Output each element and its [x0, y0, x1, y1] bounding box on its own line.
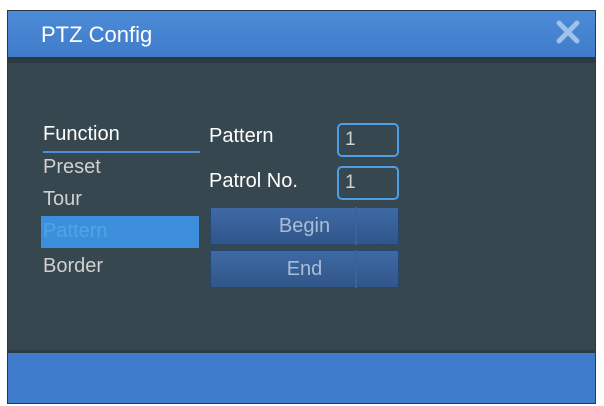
patrol-no-label: Patrol No. [209, 170, 298, 192]
status-bar [8, 353, 595, 403]
begin-button[interactable]: Begin [210, 207, 399, 245]
pattern-field[interactable]: 1 [337, 123, 399, 157]
sidebar-underline [43, 151, 200, 153]
sidebar-item-tour[interactable]: Tour [43, 188, 82, 211]
title-divider [8, 57, 595, 63]
ptz-config-window: PTZ Config Function Preset Tour Pattern … [7, 10, 596, 404]
button-segment-divider [355, 250, 357, 288]
close-icon [556, 20, 580, 44]
sidebar-item-border[interactable]: Border [43, 255, 103, 278]
sidebar-header: Function [43, 123, 120, 145]
pattern-label: Pattern [209, 125, 274, 147]
window-title: PTZ Config [41, 22, 153, 47]
sidebar-item-preset[interactable]: Preset [43, 156, 101, 179]
close-button[interactable] [553, 17, 583, 47]
end-button-label: End [286, 257, 323, 280]
title-bar: PTZ Config [8, 11, 595, 57]
patrol-no-field[interactable]: 1 [337, 166, 399, 200]
begin-button-label: Begin [278, 214, 331, 237]
end-button[interactable]: End [210, 250, 399, 288]
button-segment-divider [355, 207, 357, 245]
sidebar-item-pattern[interactable]: Pattern [41, 216, 199, 248]
